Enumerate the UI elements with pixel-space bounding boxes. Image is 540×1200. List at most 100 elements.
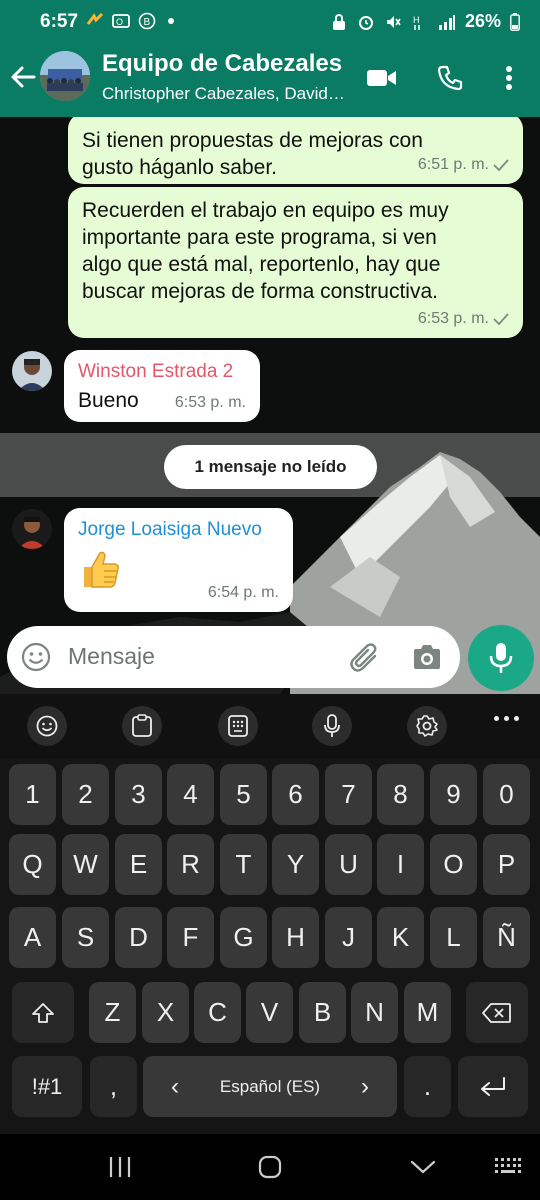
backspace-key[interactable] bbox=[466, 982, 528, 1043]
key-i[interactable]: I bbox=[377, 834, 424, 895]
key-j[interactable]: J bbox=[325, 907, 372, 968]
key-v[interactable]: V bbox=[246, 982, 293, 1043]
key-o[interactable]: O bbox=[430, 834, 477, 895]
chat-header: Equipo de Cabezales Christopher Cabezale… bbox=[0, 44, 540, 117]
key-4[interactable]: 4 bbox=[167, 764, 214, 825]
video-call-button[interactable] bbox=[364, 60, 400, 96]
enter-icon bbox=[481, 1076, 505, 1096]
sender-avatar[interactable] bbox=[12, 509, 52, 549]
recents-icon bbox=[109, 1157, 131, 1177]
key-7[interactable]: 7 bbox=[325, 764, 372, 825]
symbols-key[interactable]: !#1 bbox=[12, 1056, 82, 1117]
alarm-icon bbox=[358, 15, 373, 30]
key-u[interactable]: U bbox=[325, 834, 372, 895]
back-arrow-icon[interactable] bbox=[8, 62, 38, 92]
navigation-bar bbox=[0, 1134, 540, 1200]
key-0[interactable]: 0 bbox=[483, 764, 530, 825]
key-t[interactable]: T bbox=[220, 834, 267, 895]
message-time: 6:53 p. m. bbox=[174, 394, 246, 411]
keyboard-mode-button[interactable] bbox=[218, 706, 258, 746]
key-x[interactable]: X bbox=[142, 982, 189, 1043]
space-language-label: Español (ES) bbox=[219, 1076, 321, 1096]
voice-call-button[interactable] bbox=[432, 60, 468, 96]
key-e[interactable]: E bbox=[115, 834, 162, 895]
voice-input-button[interactable] bbox=[312, 706, 352, 746]
svg-text:O: O bbox=[116, 17, 123, 27]
voice-record-button[interactable] bbox=[468, 625, 534, 691]
hide-keyboard-button[interactable] bbox=[403, 1152, 443, 1182]
message-text: Recuerden el trabajo en equipo es muy im… bbox=[82, 195, 509, 305]
key-k[interactable]: K bbox=[377, 907, 424, 968]
sender-name[interactable]: Winston Estrada 2 bbox=[78, 358, 246, 385]
key-6[interactable]: 6 bbox=[272, 764, 319, 825]
sent-check-icon bbox=[493, 312, 509, 325]
group-avatar[interactable] bbox=[40, 51, 90, 101]
shift-key[interactable] bbox=[12, 982, 74, 1043]
chat-title[interactable]: Equipo de Cabezales bbox=[102, 50, 342, 78]
key-r[interactable]: R bbox=[167, 834, 214, 895]
key-8[interactable]: 8 bbox=[377, 764, 424, 825]
key-enye[interactable]: Ñ bbox=[483, 907, 530, 968]
clipboard-button[interactable] bbox=[122, 706, 162, 746]
message-outgoing[interactable]: Recuerden el trabajo en equipo es muy im… bbox=[68, 187, 523, 338]
more-horizontal-icon[interactable] bbox=[494, 716, 519, 721]
key-f[interactable]: F bbox=[167, 907, 214, 968]
key-h[interactable]: H bbox=[272, 907, 319, 968]
key-b[interactable]: B bbox=[299, 982, 346, 1043]
key-n[interactable]: N bbox=[351, 982, 398, 1043]
group-photo bbox=[40, 51, 90, 101]
keyboard-settings-button[interactable] bbox=[407, 706, 447, 746]
sender-avatar[interactable] bbox=[12, 351, 52, 391]
key-5[interactable]: 5 bbox=[220, 764, 267, 825]
message-composer[interactable]: Mensaje bbox=[7, 626, 460, 688]
home-button[interactable] bbox=[250, 1152, 290, 1182]
key-y[interactable]: Y bbox=[272, 834, 319, 895]
key-q[interactable]: Q bbox=[9, 834, 56, 895]
emoji-icon[interactable] bbox=[21, 642, 51, 672]
space-key[interactable]: ‹ Español (ES) › bbox=[143, 1056, 397, 1117]
key-d[interactable]: D bbox=[115, 907, 162, 968]
message-incoming[interactable]: Winston Estrada 2 Bueno 6:53 p. m. bbox=[64, 350, 260, 422]
key-1[interactable]: 1 bbox=[9, 764, 56, 825]
recent-apps-button[interactable] bbox=[100, 1152, 140, 1182]
message-time: 6:53 p. m. bbox=[417, 310, 489, 327]
key-g[interactable]: G bbox=[220, 907, 267, 968]
camera-icon[interactable] bbox=[411, 643, 443, 671]
key-2[interactable]: 2 bbox=[62, 764, 109, 825]
message-incoming[interactable]: Jorge Loaisiga Nuevo 6:54 p. m. bbox=[64, 508, 293, 612]
key-l[interactable]: L bbox=[430, 907, 477, 968]
key-z[interactable]: Z bbox=[89, 982, 136, 1043]
backspace-icon bbox=[482, 1002, 511, 1023]
message-outgoing[interactable]: Si tienen propuestas de mejoras con gust… bbox=[68, 117, 523, 184]
key-9[interactable]: 9 bbox=[430, 764, 477, 825]
enter-key[interactable] bbox=[458, 1056, 528, 1117]
message-meta: 6:53 p. m. bbox=[418, 305, 509, 332]
key-s[interactable]: S bbox=[62, 907, 109, 968]
message-input[interactable]: Mensaje bbox=[68, 643, 155, 670]
overflow-menu-button[interactable] bbox=[491, 60, 527, 96]
comma-key[interactable]: , bbox=[90, 1056, 137, 1117]
message-line: importante para este programa, si ven bbox=[82, 226, 437, 249]
keyboard-emoji-button[interactable] bbox=[27, 706, 67, 746]
key-c[interactable]: C bbox=[194, 982, 241, 1043]
keyboard-toolbar bbox=[0, 694, 540, 758]
sender-name[interactable]: Jorge Loaisiga Nuevo bbox=[78, 516, 279, 543]
status-time: 6:57 bbox=[40, 11, 79, 32]
message-line: Si tienen propuestas de mejoras con bbox=[82, 129, 423, 152]
key-a[interactable]: A bbox=[9, 907, 56, 968]
key-p[interactable]: P bbox=[483, 834, 530, 895]
emoji-icon bbox=[36, 715, 58, 737]
chat-participants[interactable]: Christopher Cabezales, David… bbox=[102, 84, 346, 104]
attach-icon[interactable] bbox=[349, 643, 381, 673]
key-3[interactable]: 3 bbox=[115, 764, 162, 825]
space-left-arrow: ‹ bbox=[171, 1072, 179, 1100]
battery-percent: 26% bbox=[464, 11, 501, 31]
message-time: 6:54 p. m. bbox=[207, 584, 279, 601]
key-m[interactable]: M bbox=[404, 982, 451, 1043]
system-status-icons: H 26% bbox=[330, 11, 520, 32]
chat-messages-area[interactable]: Si tienen propuestas de mejoras con gust… bbox=[0, 117, 540, 694]
period-key[interactable]: . bbox=[404, 1056, 451, 1117]
keyboard-switch-button[interactable] bbox=[488, 1152, 528, 1182]
key-w[interactable]: W bbox=[62, 834, 109, 895]
battery-icon bbox=[510, 12, 520, 31]
